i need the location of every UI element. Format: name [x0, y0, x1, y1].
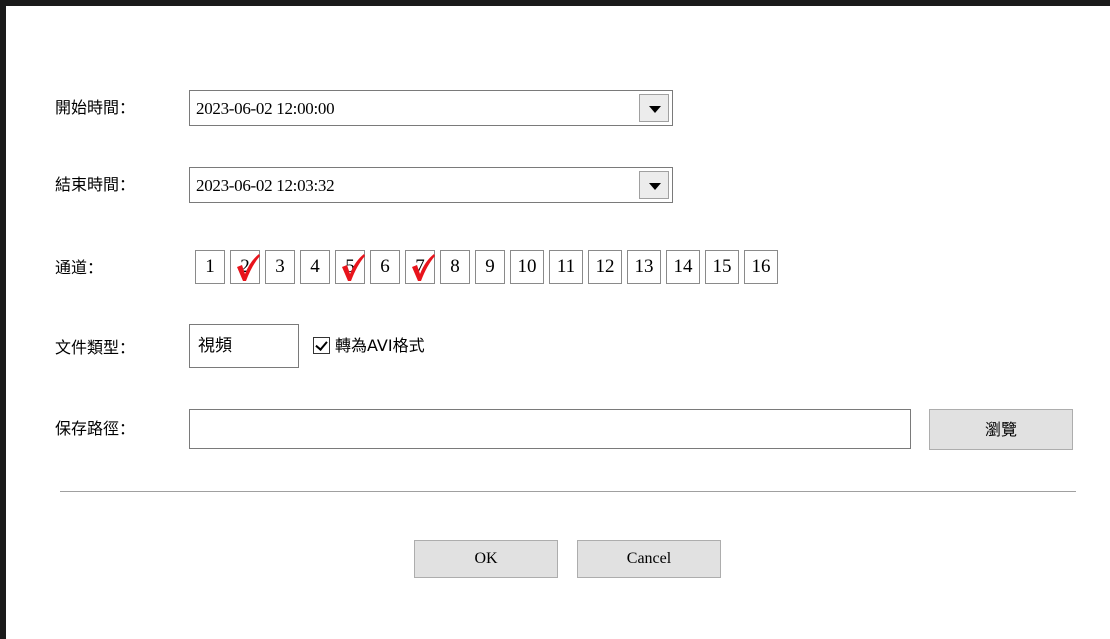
channel-box-13[interactable]: 13	[627, 250, 661, 284]
channel-number: 2	[240, 256, 250, 277]
savepath-input[interactable]	[189, 409, 911, 449]
channel-box-14[interactable]: 14	[666, 250, 700, 284]
window-top-border	[0, 0, 1110, 6]
cancel-button[interactable]: Cancel	[577, 540, 721, 578]
channel-box-7[interactable]: 7	[405, 250, 435, 284]
savepath-label: 保存路徑：	[55, 419, 136, 438]
channel-number: 8	[450, 256, 460, 277]
ok-button[interactable]: OK	[414, 540, 558, 578]
avi-checkbox-label: 轉為AVI格式	[335, 336, 425, 355]
channel-box-3[interactable]: 3	[265, 250, 295, 284]
channel-number: 16	[751, 256, 771, 277]
channel-number: 7	[415, 256, 425, 277]
checkbox-checked-icon[interactable]	[313, 337, 330, 354]
chevron-down-icon[interactable]	[639, 171, 669, 199]
channel-box-4[interactable]: 4	[300, 250, 330, 284]
chevron-down-icon[interactable]	[639, 94, 669, 122]
channel-number: 13	[634, 256, 654, 277]
start-time-label: 開始時間：	[55, 98, 136, 117]
channel-number: 15	[712, 256, 732, 277]
window-left-border	[0, 0, 6, 639]
channel-box-9[interactable]: 9	[475, 250, 505, 284]
channel-number: 3	[275, 256, 285, 277]
channel-number: 10	[517, 256, 537, 277]
filetype-field[interactable]: 視頻	[189, 324, 299, 368]
filetype-label: 文件類型：	[55, 338, 136, 357]
end-time-select[interactable]: 2023-06-02 12:03:32	[189, 167, 673, 203]
end-time-label: 結束時間：	[55, 175, 136, 194]
channel-number: 5	[345, 256, 355, 277]
channel-box-11[interactable]: 11	[549, 250, 583, 284]
channel-box-10[interactable]: 10	[510, 250, 544, 284]
channel-number: 9	[485, 256, 495, 277]
channel-label: 通道：	[55, 258, 104, 277]
channel-number: 1	[205, 256, 215, 277]
browse-button[interactable]: 瀏覽	[929, 409, 1073, 450]
channel-box-16[interactable]: 16	[744, 250, 778, 284]
end-time-value: 2023-06-02 12:03:32	[196, 176, 335, 195]
channel-box-2[interactable]: 2	[230, 250, 260, 284]
start-time-value: 2023-06-02 12:00:00	[196, 99, 335, 118]
channel-box-6[interactable]: 6	[370, 250, 400, 284]
channel-box-12[interactable]: 12	[588, 250, 622, 284]
channel-box-5[interactable]: 5	[335, 250, 365, 284]
start-time-select[interactable]: 2023-06-02 12:00:00	[189, 90, 673, 126]
channel-number: 6	[380, 256, 390, 277]
channel-box-1[interactable]: 1	[195, 250, 225, 284]
channel-box-15[interactable]: 15	[705, 250, 739, 284]
channel-number: 14	[673, 256, 693, 277]
channel-number: 11	[556, 256, 576, 277]
channel-number: 12	[595, 256, 615, 277]
channel-number: 4	[310, 256, 320, 277]
divider	[60, 491, 1076, 492]
channel-box-8[interactable]: 8	[440, 250, 470, 284]
